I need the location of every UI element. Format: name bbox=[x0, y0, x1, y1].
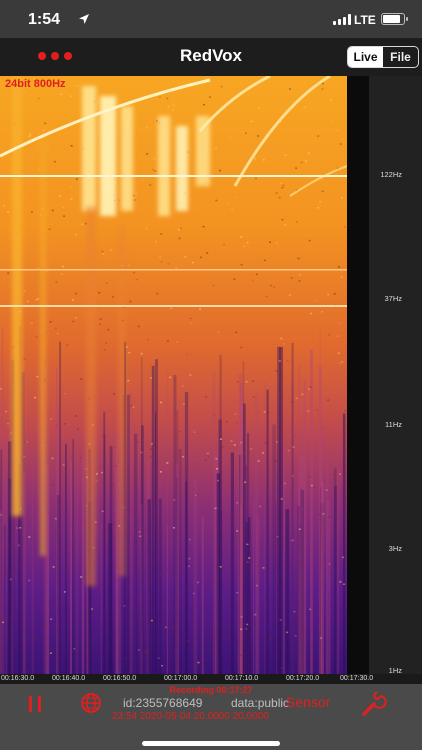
freq-tick: 37Hz bbox=[384, 294, 402, 303]
tab-live[interactable]: Live bbox=[348, 47, 383, 67]
wrench-icon[interactable] bbox=[361, 691, 387, 717]
time-tick: 00:16:30.0 bbox=[1, 675, 35, 682]
battery-icon bbox=[381, 13, 408, 25]
three-dots-icon[interactable] bbox=[38, 52, 72, 60]
freq-tick: 122Hz bbox=[380, 170, 402, 179]
sensor-button[interactable]: Sensor bbox=[286, 694, 330, 710]
pause-icon[interactable] bbox=[27, 695, 43, 713]
device-id: id:2355768649 bbox=[123, 696, 203, 710]
tab-file[interactable]: File bbox=[383, 47, 418, 67]
color-scale-strip bbox=[347, 76, 369, 674]
recording-details: 23:54 2020-05-04 20.0000 20.0000 bbox=[112, 711, 269, 722]
live-file-toggle[interactable]: Live File bbox=[347, 46, 419, 68]
globe-icon[interactable] bbox=[80, 692, 102, 714]
nav-bar: RedVox Live File bbox=[0, 38, 422, 76]
freq-tick: 3Hz bbox=[388, 544, 402, 553]
bitrate-label: 24bit 800Hz bbox=[5, 78, 66, 90]
spectrogram bbox=[0, 76, 347, 674]
data-visibility: data:public bbox=[231, 696, 290, 710]
time-tick: 00:17:20.0 bbox=[286, 675, 320, 682]
time-tick: 00:17:30.0 bbox=[340, 675, 374, 682]
network-type: LTE bbox=[354, 13, 376, 27]
time-tick: 00:16:50.0 bbox=[103, 675, 137, 682]
status-time: 1:54 bbox=[28, 11, 61, 28]
status-bar: 1:54 LTE bbox=[0, 0, 422, 38]
frequency-axis: 122Hz 37Hz 11Hz 3Hz 1Hz bbox=[369, 76, 422, 675]
home-indicator[interactable] bbox=[142, 741, 280, 746]
recording-status: Recording 00:17:27 bbox=[169, 685, 253, 695]
signal-icon bbox=[333, 14, 351, 25]
time-axis: 00:16:30.0 00:16:40.0 00:16:50.0 00:17:0… bbox=[0, 674, 422, 684]
spectrogram-plot bbox=[0, 76, 347, 674]
time-tick: 00:17:10.0 bbox=[225, 675, 259, 682]
time-tick: 00:16:40.0 bbox=[52, 675, 86, 682]
location-arrow-icon bbox=[79, 14, 89, 24]
freq-tick: 11Hz bbox=[385, 420, 402, 429]
time-tick: 00:17:00.0 bbox=[164, 675, 198, 682]
